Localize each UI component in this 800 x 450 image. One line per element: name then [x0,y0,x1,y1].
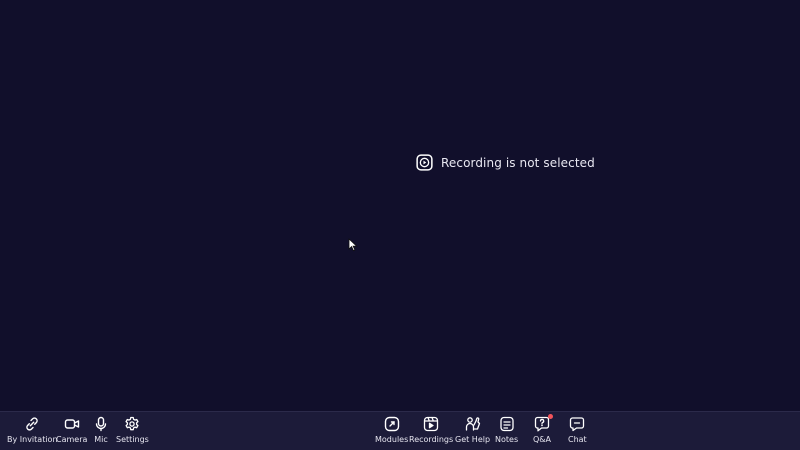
notes-button[interactable]: Notes [495,416,518,445]
chat-button[interactable]: Chat [568,416,587,445]
recordings-button[interactable]: Recordings [409,416,453,445]
notes-icon [499,416,514,432]
chat-icon [570,417,585,432]
modules-label: Modules [375,435,409,444]
settings-button[interactable]: Settings [116,416,149,445]
by-invitation-label: By Invitation [7,435,58,444]
mic-icon [95,416,107,432]
mic-button[interactable]: Mic [93,416,109,445]
qa-icon [534,416,550,432]
camera-label: Camera [56,435,88,444]
main-stage: Recording is not selected [0,0,800,411]
recordings-icon [423,416,439,432]
mic-label: Mic [94,435,108,444]
play-square-icon [416,154,433,171]
help-hand-icon [465,417,480,431]
notes-label: Notes [495,435,519,444]
modules-button[interactable]: Modules [375,416,408,445]
chat-label: Chat [568,435,587,444]
modules-icon [384,416,399,432]
get-help-label: Get Help [455,435,491,444]
recordings-label: Recordings [409,435,454,444]
camera-icon [64,419,79,429]
link-icon [26,417,38,431]
bottom-toolbar: By Invitation Camera Mic Settings Module… [0,411,800,450]
camera-button[interactable]: Camera [56,416,87,445]
empty-state: Recording is not selected [416,154,595,171]
by-invitation-button[interactable]: By Invitation [7,416,58,445]
gear-icon [125,416,139,431]
settings-label: Settings [116,435,149,444]
qa-icon-wrap [534,414,553,432]
qa-notification-dot [548,414,553,419]
empty-state-message: Recording is not selected [441,155,595,170]
get-help-button[interactable]: Get Help [455,416,490,445]
mouse-cursor-icon [348,238,358,252]
qa-label: Q&A [533,435,552,444]
qa-button[interactable]: Q&A [533,414,553,445]
